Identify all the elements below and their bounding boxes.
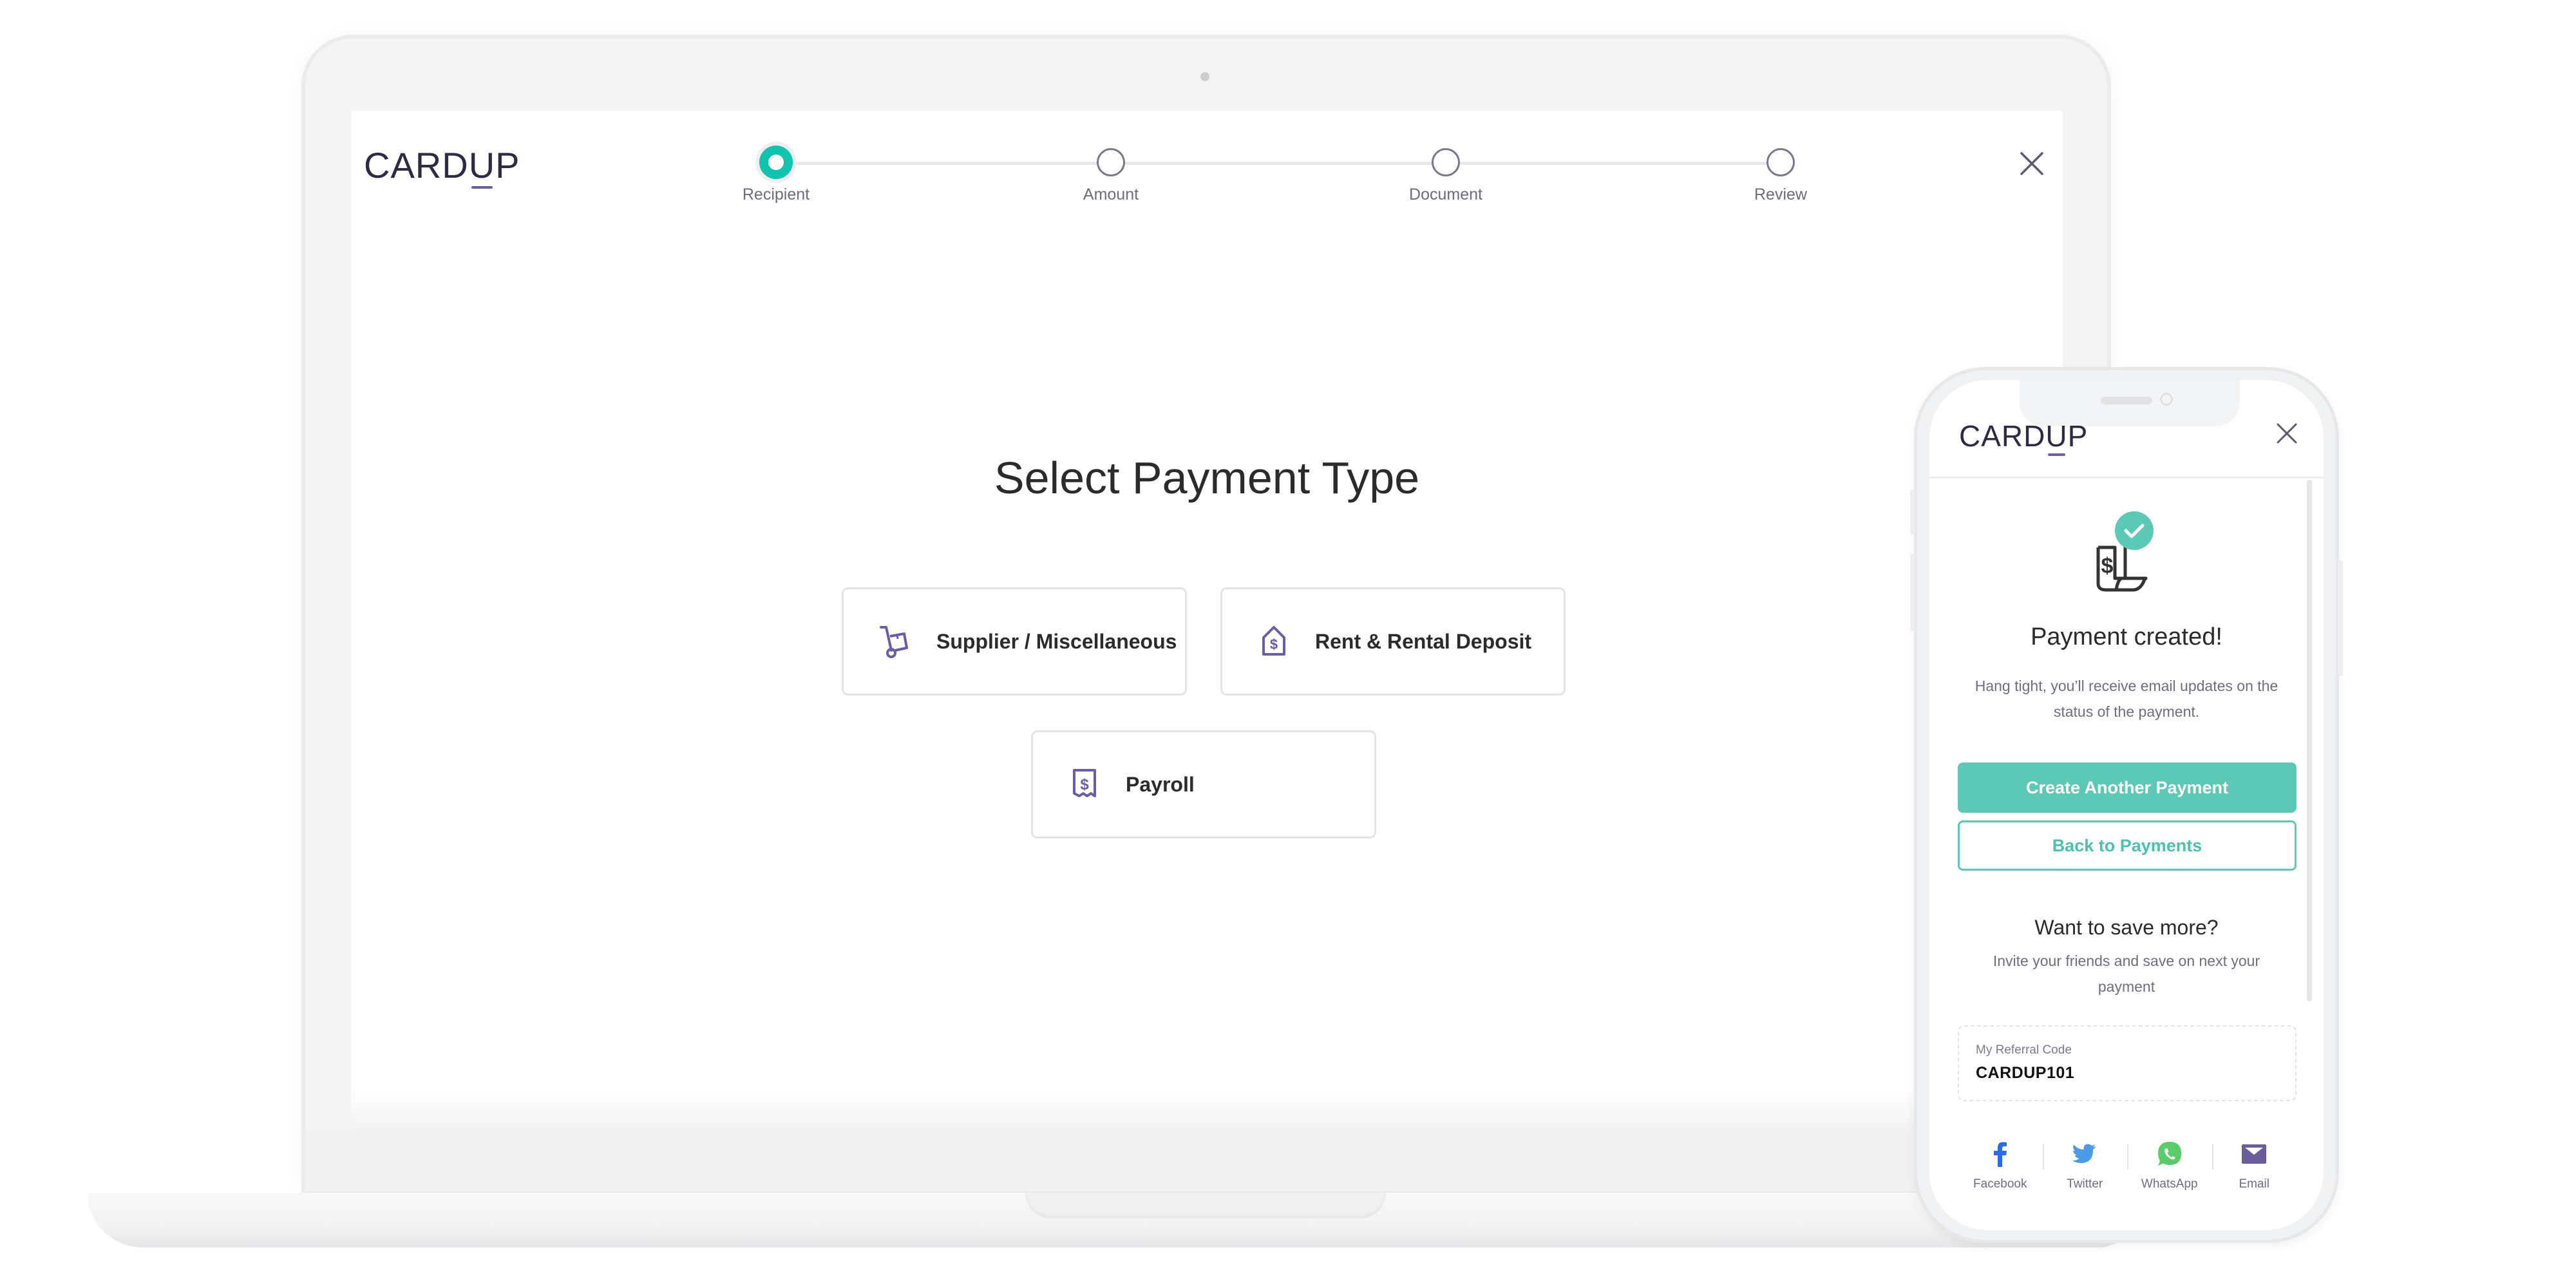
back-to-payments-button[interactable]: Back to Payments bbox=[1958, 820, 2297, 871]
cardup-logo-mobile[interactable]: CARDUP bbox=[1959, 419, 2088, 456]
referral-heading: Want to save more? bbox=[2034, 916, 2219, 939]
success-description: Hang tight, you’ll receive email updates… bbox=[1975, 677, 2278, 720]
receipt-check-icon: $ bbox=[2096, 511, 2154, 592]
svg-text:$: $ bbox=[2101, 554, 2114, 578]
share-facebook-button[interactable]: Facebook bbox=[1958, 1135, 2043, 1206]
success-title: Payment created! bbox=[2031, 623, 2222, 650]
step-dot bbox=[1766, 148, 1795, 176]
step-recipient[interactable]: Recipient bbox=[712, 137, 840, 204]
phone-camera bbox=[2160, 393, 2173, 406]
hand-truck-icon bbox=[880, 626, 908, 658]
cardup-logo[interactable]: CARDUP bbox=[364, 144, 520, 189]
share-whatsapp-button[interactable]: WhatsApp bbox=[2127, 1135, 2212, 1206]
facebook-icon bbox=[1993, 1142, 2007, 1167]
phone-speaker bbox=[2101, 397, 2152, 404]
header-divider bbox=[1929, 477, 2324, 478]
share-email-button[interactable]: Email bbox=[2211, 1135, 2297, 1206]
phone-volume-button bbox=[1910, 554, 1915, 631]
referral-code-value[interactable]: CARDUP101 bbox=[1976, 1064, 2074, 1083]
svg-text:$: $ bbox=[1080, 776, 1089, 793]
payment-type-payroll[interactable]: $ Payroll bbox=[1031, 730, 1376, 838]
referral-description: Invite your friends and save on next you… bbox=[1993, 952, 2260, 995]
step-review[interactable]: Review bbox=[1716, 137, 1845, 204]
laptop-trackpad-notch bbox=[1025, 1193, 1386, 1218]
close-icon[interactable] bbox=[2019, 151, 2045, 176]
svg-text:$: $ bbox=[1270, 636, 1278, 652]
laptop-camera bbox=[1200, 72, 1209, 81]
phone-side-button bbox=[2338, 560, 2343, 676]
house-dollar-icon: $ bbox=[1262, 626, 1285, 656]
referral-code-label: My Referral Code bbox=[1976, 1043, 2072, 1057]
share-options: Facebook Twitter WhatsApp Email bbox=[1958, 1135, 2297, 1206]
page-title: Select Payment Type bbox=[994, 453, 1420, 503]
receipt-dollar-icon: $ bbox=[1073, 769, 1096, 797]
payment-type-rent[interactable]: $ Rent & Rental Deposit bbox=[1220, 587, 1566, 696]
progress-stepper: Recipient Amount Document Review bbox=[743, 137, 1807, 214]
share-twitter-button[interactable]: Twitter bbox=[2042, 1135, 2128, 1206]
phone-volume-button bbox=[1910, 489, 1915, 535]
referral-code-box[interactable]: My Referral Code CARDUP101 bbox=[1958, 1025, 2297, 1101]
mobile-app-screen: CARDUP $ Payment created! Hang tight, yo… bbox=[1929, 380, 2324, 1230]
desktop-app-screen: CARDUP Recipient Amount Document Review … bbox=[351, 111, 2063, 1130]
twitter-icon bbox=[2072, 1144, 2097, 1163]
laptop-bezel bbox=[305, 1130, 2107, 1191]
stepper-track bbox=[776, 162, 1781, 165]
close-icon[interactable] bbox=[2276, 422, 2298, 444]
step-dot-active bbox=[759, 146, 793, 179]
screen-shadow bbox=[351, 1092, 2063, 1130]
step-amount[interactable]: Amount bbox=[1046, 137, 1175, 204]
email-icon bbox=[2242, 1144, 2267, 1164]
create-another-payment-button[interactable]: Create Another Payment bbox=[1958, 762, 2297, 813]
step-dot bbox=[1097, 148, 1125, 176]
whatsapp-icon bbox=[2157, 1142, 2181, 1166]
payment-type-supplier[interactable]: Supplier / Miscellaneous bbox=[842, 587, 1187, 696]
step-document[interactable]: Document bbox=[1381, 137, 1510, 204]
step-dot bbox=[1432, 148, 1460, 176]
